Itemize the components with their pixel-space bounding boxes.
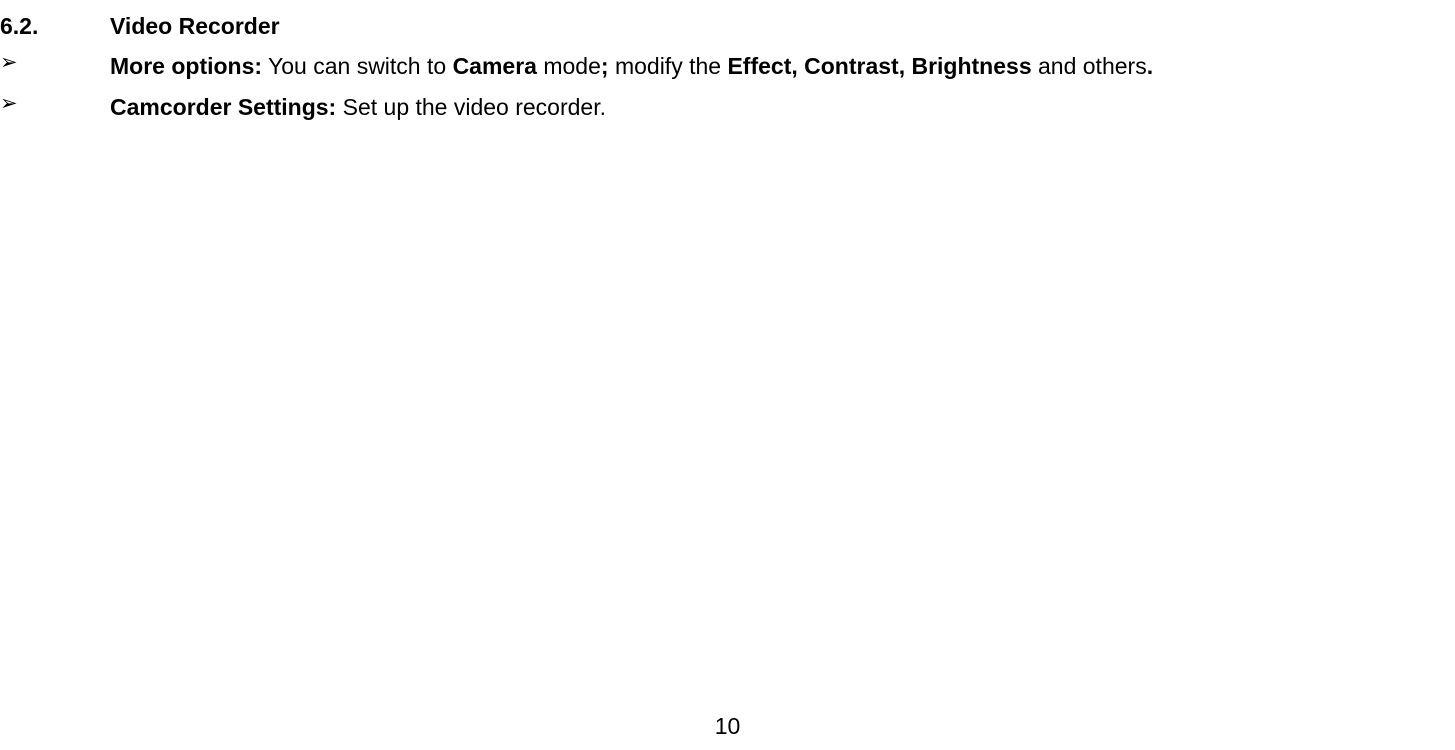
text-segment: You can switch to [262, 53, 453, 79]
text-segment-bold: ; [601, 53, 609, 79]
text-segment: Set up the video recorder. [336, 94, 606, 120]
bullet-marker-icon: ➢ [0, 89, 110, 116]
list-item-content: Camcorder Settings: Set up the video rec… [110, 89, 1435, 126]
text-segment: modify the [609, 53, 728, 79]
list-item: ➢ More options: You can switch to Camera… [0, 48, 1435, 85]
bullet-marker-icon: ➢ [0, 48, 110, 75]
list-item: ➢ Camcorder Settings: Set up the video r… [0, 89, 1435, 126]
section-heading: 6.2.Video Recorder [0, 10, 1435, 42]
text-segment-bold: Effect, Contrast, Brightness [727, 53, 1031, 79]
heading-number: 6.2. [0, 10, 110, 42]
text-segment-bold: Camera [453, 53, 537, 79]
heading-title: Video Recorder [110, 13, 280, 39]
page-number: 10 [715, 713, 741, 740]
item-label: More options: [110, 53, 262, 79]
item-label: Camcorder Settings: [110, 94, 336, 120]
list-item-content: More options: You can switch to Camera m… [110, 48, 1435, 85]
text-segment: mode [537, 53, 601, 79]
text-segment-bold: . [1147, 53, 1153, 79]
text-segment: and others [1032, 53, 1147, 79]
